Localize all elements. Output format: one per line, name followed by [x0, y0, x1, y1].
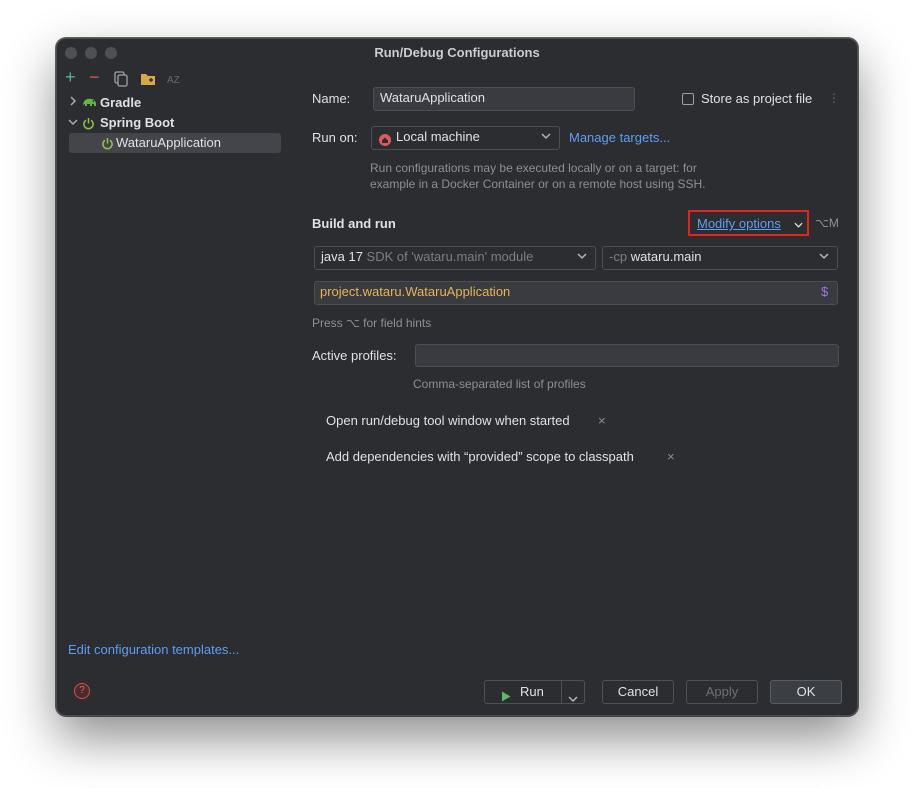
run-on-dropdown[interactable]: Local machine	[371, 126, 560, 150]
active-profiles-field[interactable]	[415, 344, 839, 367]
remove-option-close-icon[interactable]: ×	[598, 413, 606, 428]
store-as-project-file-label: Store as project file	[701, 91, 813, 106]
chevron-down-icon	[541, 128, 551, 148]
sdk-main: java 17	[321, 249, 363, 264]
option-open-tool-window: Open run/debug tool window when started	[326, 413, 570, 428]
dollar-icon[interactable]: $	[821, 284, 828, 299]
option-provided-scope: Add dependencies with “provided” scope t…	[326, 449, 634, 464]
tree-item-wataru-application[interactable]: WataruApplication	[69, 133, 281, 153]
chevron-right-icon[interactable]	[65, 93, 81, 113]
window-title: Run/Debug Configurations	[374, 45, 540, 60]
copy-icon[interactable]	[114, 71, 128, 91]
cp-prefix: -cp	[609, 249, 628, 264]
run-button[interactable]: Run	[484, 680, 585, 704]
active-profiles-hint: Comma-separated list of profiles	[413, 377, 586, 391]
run-on-value: Local machine	[396, 129, 480, 144]
title-bar: Run/Debug Configurations	[57, 39, 857, 67]
chevron-down-icon	[577, 248, 587, 268]
main-class-field[interactable]: project.wataru.WataruApplication	[314, 281, 838, 305]
chevron-down-icon[interactable]	[794, 217, 803, 232]
run-on-hint-line2: example in a Docker Container or on a re…	[370, 177, 706, 191]
tree-item-label: Gradle	[100, 95, 142, 110]
tree-item-gradle[interactable]: Gradle	[65, 93, 281, 113]
split-divider	[561, 681, 562, 703]
chevron-down-icon[interactable]	[568, 688, 578, 710]
manage-targets-link[interactable]: Manage targets...	[569, 130, 670, 145]
remove-option-close-icon[interactable]: ×	[667, 449, 675, 464]
ok-button[interactable]: OK	[770, 680, 842, 704]
power-icon	[101, 136, 114, 156]
tree-item-spring-boot[interactable]: Spring Boot	[65, 113, 281, 133]
name-label: Name:	[312, 91, 351, 106]
cp-value: wataru.main	[630, 249, 702, 264]
apply-button[interactable]: Apply	[686, 680, 758, 704]
folder-icon[interactable]	[140, 72, 156, 90]
tree-item-label: WataruApplication	[116, 135, 222, 150]
store-as-project-file-checkbox[interactable]	[682, 93, 694, 105]
run-on-hint-line1: Run configurations may be executed local…	[370, 161, 697, 175]
local-machine-icon	[379, 132, 391, 152]
name-field[interactable]: WataruApplication	[373, 87, 635, 111]
modify-options-link[interactable]: Modify options	[697, 216, 781, 231]
chevron-down-icon[interactable]	[65, 113, 81, 133]
run-on-label: Run on:	[312, 130, 358, 145]
field-hints: Press ⌥ for field hints	[312, 316, 432, 330]
active-profiles-label: Active profiles:	[312, 348, 397, 363]
play-icon	[501, 687, 511, 709]
cancel-button[interactable]: Cancel	[602, 680, 674, 704]
build-and-run-heading: Build and run	[312, 216, 396, 231]
jre-sdk-dropdown[interactable]: java 17 SDK of 'wataru.main' module	[314, 246, 596, 270]
sdk-sub: SDK of 'wataru.main' module	[366, 249, 534, 264]
run-debug-configurations-dialog: Run/Debug Configurations + − AZ Gradle S…	[56, 38, 858, 716]
run-button-label: Run	[520, 684, 544, 699]
edit-configuration-templates-link[interactable]: Edit configuration templates...	[68, 642, 239, 657]
help-icon[interactable]: ?	[74, 683, 90, 699]
tree-item-label: Spring Boot	[100, 115, 175, 130]
plus-icon[interactable]: +	[65, 68, 76, 86]
modify-options-shortcut: ⌥M	[815, 216, 839, 230]
chevron-down-icon	[819, 248, 829, 268]
more-vertical-icon[interactable]: ⋮	[828, 91, 840, 105]
minus-icon[interactable]: −	[89, 68, 100, 86]
gradle-elephant-icon	[81, 95, 97, 115]
sort-az-icon[interactable]: AZ	[167, 73, 180, 89]
classpath-module-dropdown[interactable]: -cp wataru.main	[602, 246, 838, 270]
